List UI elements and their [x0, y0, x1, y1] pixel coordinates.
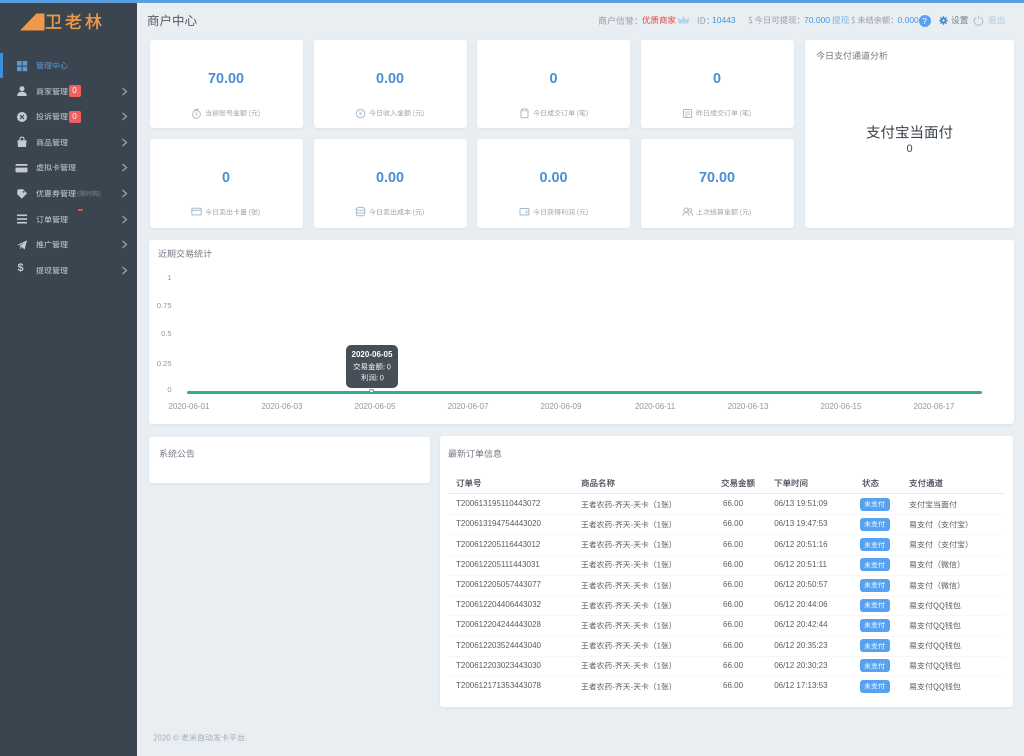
svg-text:¥: ¥ — [195, 112, 198, 118]
svg-text:¥: ¥ — [359, 111, 363, 117]
